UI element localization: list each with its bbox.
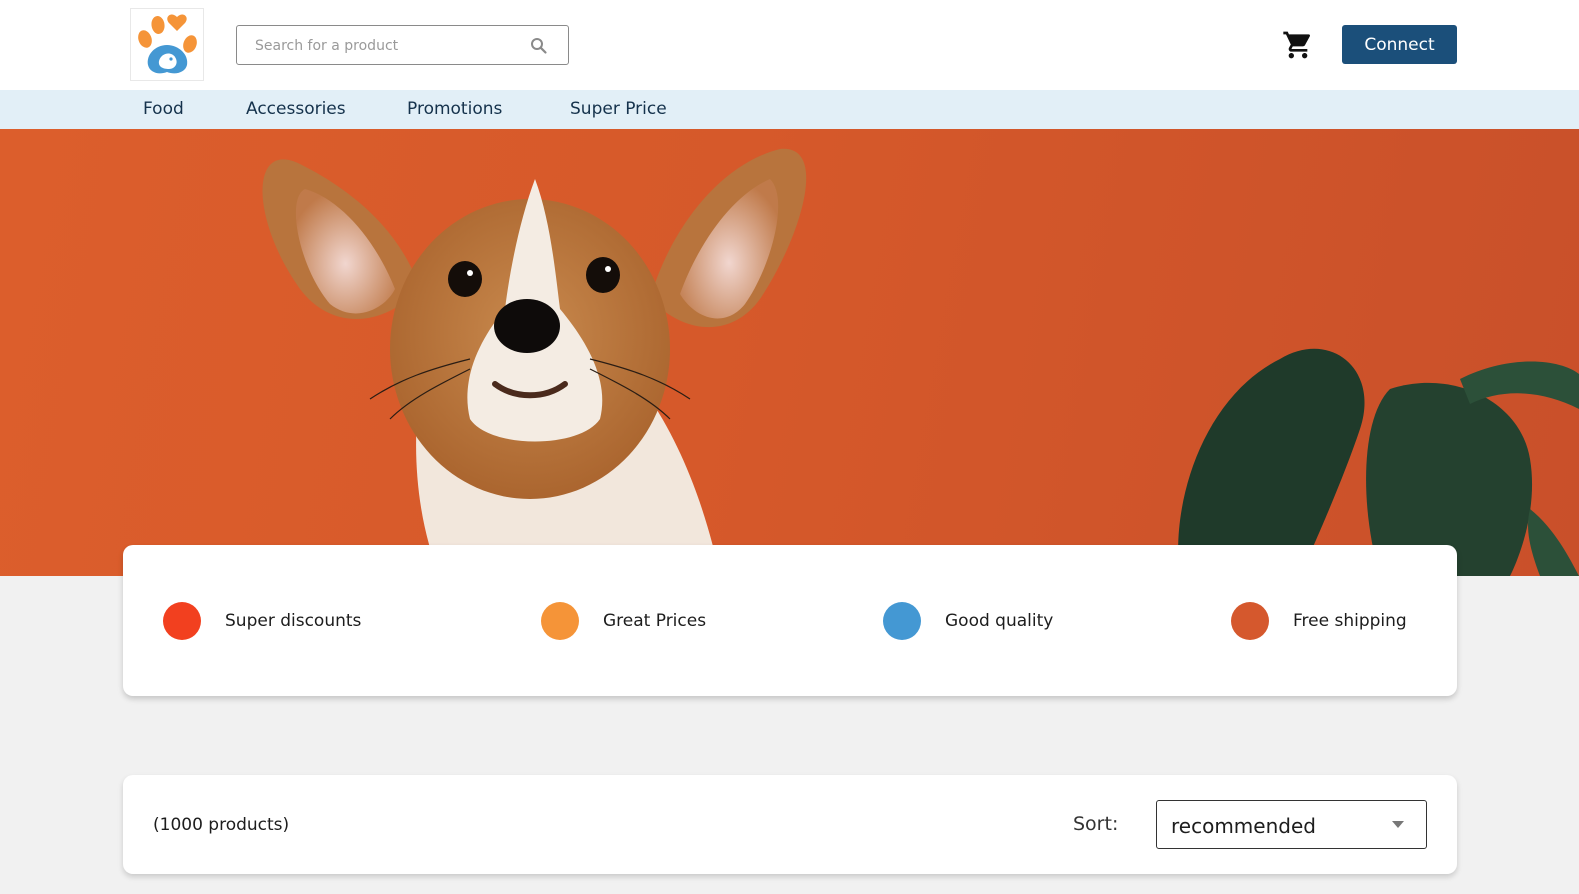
search-icon[interactable]	[530, 37, 548, 55]
feature-dot	[541, 602, 579, 640]
feature-dot	[163, 602, 201, 640]
feature-label: Super discounts	[225, 611, 362, 631]
sort-selected-value: recommended	[1171, 814, 1316, 838]
nav-item-food[interactable]: Food	[143, 99, 184, 119]
feature-dot	[883, 602, 921, 640]
corgi-illustration	[262, 148, 807, 576]
cart-icon[interactable]	[1282, 29, 1314, 61]
feature-label: Great Prices	[603, 611, 707, 631]
nav-item-super-price[interactable]: Super Price	[570, 99, 667, 119]
search-input[interactable]	[255, 35, 515, 57]
feature-label: Free shipping	[1293, 611, 1407, 631]
category-nav: Food Accessories Promotions Super Price	[0, 90, 1579, 129]
hero-banner-image	[0, 129, 1579, 576]
sort-select[interactable]: recommended	[1156, 800, 1427, 849]
connect-button[interactable]: Connect	[1342, 25, 1457, 64]
search-box[interactable]	[236, 25, 569, 65]
nav-item-promotions[interactable]: Promotions	[407, 99, 502, 119]
feature-label: Good quality	[945, 611, 1054, 631]
products-toolbar: (1000 products) Sort: recommended	[123, 775, 1457, 874]
feature-dot	[1231, 602, 1269, 640]
product-count: (1000 products)	[153, 815, 290, 835]
site-header: Connect	[0, 0, 1579, 90]
features-card: Super discounts Great Prices Good qualit…	[123, 545, 1457, 696]
nav-item-accessories[interactable]: Accessories	[246, 99, 346, 119]
paw-logo[interactable]	[130, 8, 204, 81]
sort-label: Sort:	[1073, 813, 1119, 835]
chevron-down-icon[interactable]	[1392, 821, 1404, 828]
plant-illustration	[1178, 348, 1579, 576]
